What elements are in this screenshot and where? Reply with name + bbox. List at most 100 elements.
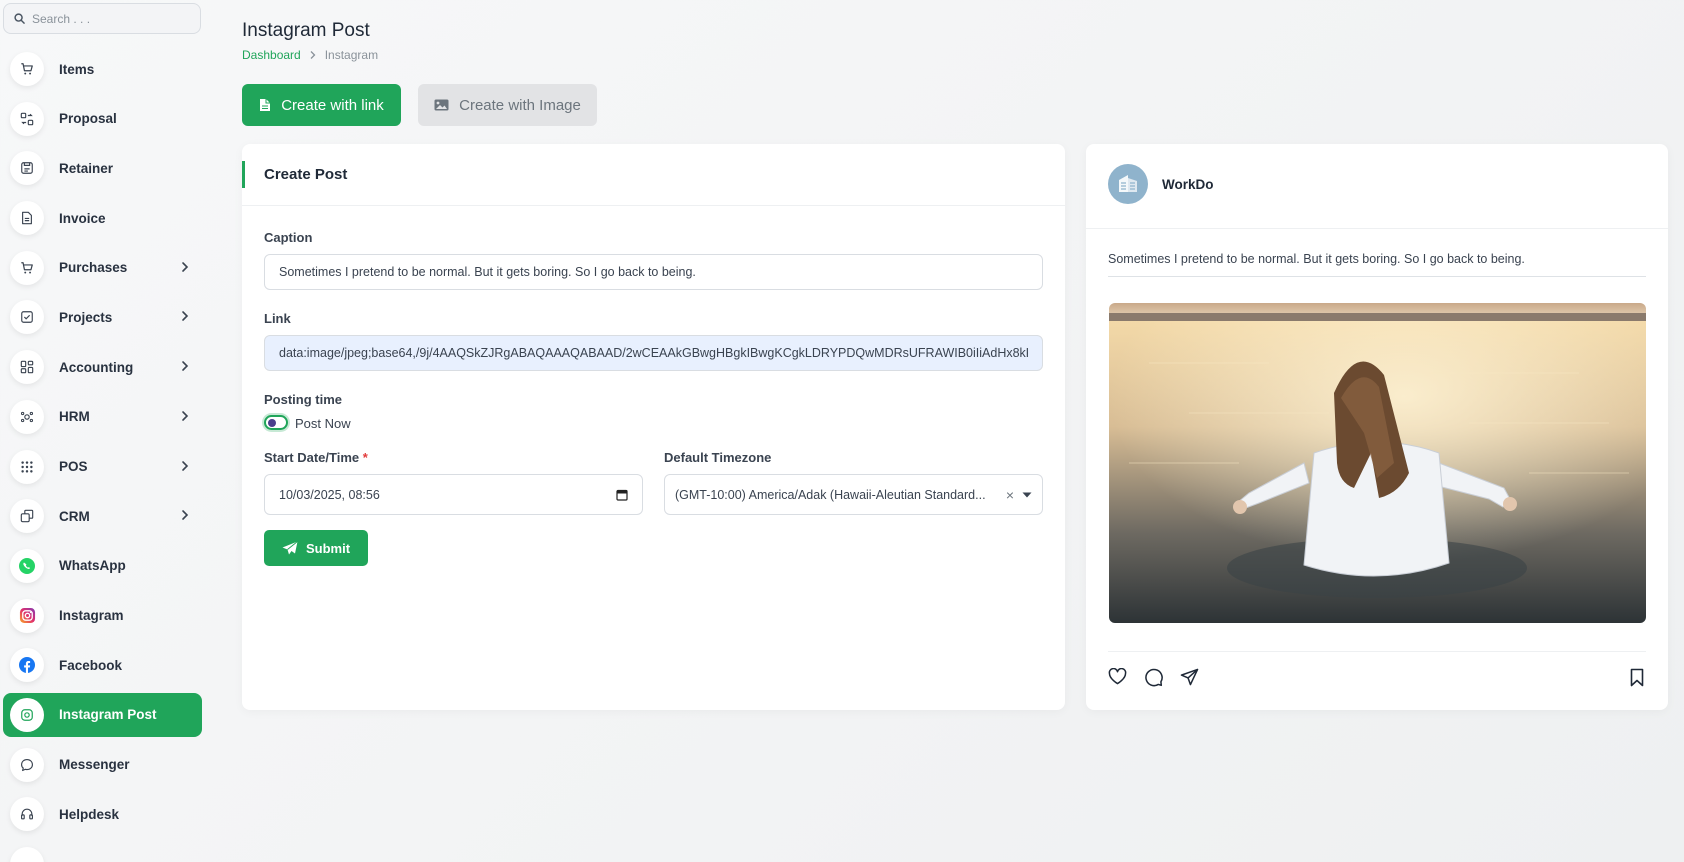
post-now-toggle[interactable] bbox=[264, 415, 288, 430]
breadcrumb-dashboard-link[interactable]: Dashboard bbox=[242, 48, 301, 62]
sidebar-item-pos[interactable]: POS bbox=[3, 445, 202, 489]
sidebar-item-label: Accounting bbox=[59, 359, 134, 375]
sidebar-item-facebook[interactable]: Facebook bbox=[3, 643, 202, 687]
sidebar-item-crm[interactable]: CRM bbox=[3, 494, 202, 538]
instagram-icon bbox=[10, 598, 44, 633]
timezone-selected-value: (GMT-10:00) America/Adak (Hawaii-Aleutia… bbox=[675, 487, 986, 502]
start-datetime-label: Start Date/Time * bbox=[264, 450, 368, 465]
search-input[interactable] bbox=[32, 11, 192, 26]
sidebar-item-helpdesk[interactable]: Helpdesk bbox=[3, 792, 202, 836]
sidebar-item-retainer[interactable]: Retainer bbox=[3, 146, 202, 190]
create-with-image-button[interactable]: Create with Image bbox=[418, 84, 597, 126]
cart-icon bbox=[10, 250, 44, 285]
sidebar-item-label: Retainer bbox=[59, 160, 114, 176]
posting-time-label: Posting time bbox=[264, 392, 343, 407]
sidebar-item-accounting[interactable]: Accounting bbox=[3, 345, 202, 389]
caret-down-icon[interactable] bbox=[1022, 492, 1032, 498]
chevron-right-icon bbox=[182, 311, 189, 322]
search-box[interactable] bbox=[3, 3, 201, 34]
avatar bbox=[1108, 164, 1148, 204]
share-icon[interactable] bbox=[1180, 668, 1199, 686]
caption-input[interactable] bbox=[264, 254, 1043, 290]
sidebar-item-label: Invoice bbox=[59, 210, 106, 226]
preview-caption: Sometimes I pretend to be normal. But it… bbox=[1108, 252, 1646, 277]
sidebar-item-purchases[interactable]: Purchases bbox=[3, 246, 202, 290]
proposal-icon bbox=[10, 101, 44, 136]
caption-label: Caption bbox=[264, 230, 313, 245]
bookmark-icon[interactable] bbox=[1630, 668, 1644, 687]
page-title: Instagram Post bbox=[242, 20, 370, 41]
create-with-link-button[interactable]: Create with link bbox=[242, 84, 401, 126]
sidebar-item-label: CRM bbox=[59, 508, 90, 524]
timezone-select[interactable]: (GMT-10:00) America/Adak (Hawaii-Aleutia… bbox=[664, 474, 1043, 515]
sidebar-item-label: Proposal bbox=[59, 111, 117, 127]
grid-icon bbox=[10, 449, 44, 484]
card-title: Create Post bbox=[264, 166, 348, 183]
invoice-icon bbox=[10, 201, 44, 236]
preview-actions bbox=[1108, 651, 1646, 703]
create-with-link-label: Create with link bbox=[281, 96, 384, 114]
sidebar-item-label: Facebook bbox=[59, 657, 123, 673]
sidebar-item-label: Items bbox=[59, 61, 95, 77]
sidebar-item-more[interactable] bbox=[3, 842, 202, 862]
layers-icon bbox=[10, 499, 44, 534]
card-accent-bar bbox=[242, 161, 245, 188]
retainer-icon bbox=[10, 151, 44, 186]
preview-header: WorkDo bbox=[1086, 144, 1668, 229]
sidebar-item-label: Purchases bbox=[59, 260, 128, 276]
cart-icon bbox=[10, 52, 44, 86]
sidebar-item-label: POS bbox=[59, 459, 88, 474]
sidebar-item-label: Instagram bbox=[59, 608, 124, 624]
search-icon bbox=[14, 13, 25, 24]
sidebar-item-instagram-post[interactable]: Instagram Post bbox=[3, 692, 202, 737]
sidebar-item-proposal[interactable]: Proposal bbox=[3, 97, 202, 141]
sidebar-item-projects[interactable]: Projects bbox=[3, 295, 202, 339]
sidebar-item-label: Instagram Post bbox=[59, 707, 157, 723]
instagram-post-icon bbox=[10, 697, 44, 732]
clear-icon[interactable]: × bbox=[1006, 487, 1014, 503]
messenger-icon bbox=[10, 747, 44, 782]
sidebar-item-whatsapp[interactable]: WhatsApp bbox=[3, 544, 202, 588]
sidebar-item-hrm[interactable]: HRM bbox=[3, 395, 202, 439]
comment-icon[interactable] bbox=[1144, 668, 1163, 687]
post-preview-card: WorkDo Sometimes I pretend to be normal.… bbox=[1086, 144, 1668, 710]
sidebar-item-instagram[interactable]: Instagram bbox=[3, 594, 202, 638]
link-label: Link bbox=[264, 311, 291, 326]
start-datetime-input[interactable]: 10/03/2025, 08:56 bbox=[264, 474, 643, 515]
sidebar-item-label: Helpdesk bbox=[59, 806, 120, 822]
post-now-label: Post Now bbox=[295, 416, 351, 431]
chevron-right-icon bbox=[310, 51, 316, 59]
sidebar-item-label: Messenger bbox=[59, 757, 130, 773]
checklist-icon bbox=[10, 300, 44, 335]
chevron-right-icon bbox=[182, 411, 189, 421]
facebook-icon bbox=[10, 648, 44, 683]
breadcrumb: Dashboard Instagram bbox=[242, 48, 378, 62]
required-mark: * bbox=[362, 450, 368, 465]
sidebar-item-items[interactable]: Items bbox=[3, 47, 202, 91]
whatsapp-icon bbox=[10, 548, 44, 583]
paper-plane-icon bbox=[282, 541, 298, 555]
sidebar: Items Proposal Retainer Invoice Purchase… bbox=[0, 0, 207, 862]
submit-button[interactable]: Submit bbox=[264, 530, 368, 566]
create-post-card: Create Post Caption Link Posting time Po… bbox=[242, 144, 1065, 710]
timezone-label: Default Timezone bbox=[664, 450, 772, 465]
breadcrumb-current: Instagram bbox=[324, 48, 379, 62]
start-datetime-value: 10/03/2025, 08:56 bbox=[279, 487, 380, 502]
chevron-right-icon bbox=[182, 460, 189, 471]
chevron-right-icon bbox=[182, 361, 189, 371]
toggle-knob bbox=[268, 419, 276, 427]
chevron-right-icon bbox=[182, 510, 189, 520]
link-input[interactable] bbox=[264, 335, 1043, 371]
card-header: Create Post bbox=[242, 144, 1065, 206]
sidebar-item-messenger[interactable]: Messenger bbox=[3, 743, 202, 787]
start-datetime-label-text: Start Date/Time bbox=[264, 450, 360, 465]
sidebar-item-invoice[interactable]: Invoice bbox=[3, 196, 202, 240]
sidebar-item-label: HRM bbox=[59, 409, 90, 425]
sidebar-item-label: WhatsApp bbox=[59, 558, 126, 574]
account-name: WorkDo bbox=[1162, 177, 1214, 192]
document-icon bbox=[260, 99, 271, 111]
calendar-icon[interactable] bbox=[616, 489, 628, 501]
sidebar-nav: Items Proposal Retainer Invoice Purchase… bbox=[0, 47, 207, 862]
heart-icon[interactable] bbox=[1108, 668, 1127, 685]
sidebar-item-label: Projects bbox=[59, 309, 113, 325]
